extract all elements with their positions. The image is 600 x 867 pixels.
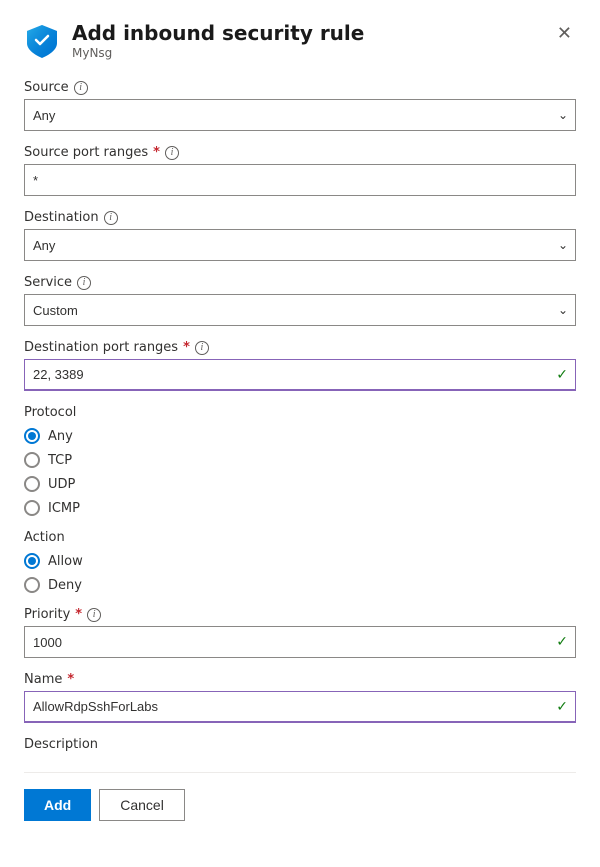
priority-label: Priority * i [24, 607, 576, 622]
add-button[interactable]: Add [24, 789, 91, 821]
source-label: Source i [24, 80, 576, 95]
dest-port-input-wrapper: ✓ [24, 359, 576, 391]
action-allow-label: Allow [48, 554, 83, 569]
action-section: Action Allow Deny [24, 530, 576, 593]
source-section: Source i Any IP Addresses Service Tag My… [24, 80, 576, 131]
service-select-wrapper: Custom SSH RDP HTTP HTTPS ⌄ [24, 294, 576, 326]
priority-input[interactable] [24, 626, 576, 658]
destination-select-wrapper: Any IP Addresses Service Tag Virtual net… [24, 229, 576, 261]
protocol-udp-label: UDP [48, 477, 75, 492]
header-text: Add inbound security rule MyNsg [72, 20, 364, 60]
panel-title: Add inbound security rule [72, 20, 364, 46]
name-label: Name * [24, 672, 576, 687]
priority-input-wrapper: ✓ [24, 626, 576, 658]
protocol-icmp-label: ICMP [48, 501, 80, 516]
source-port-info-icon[interactable]: i [165, 146, 179, 160]
source-port-input[interactable] [24, 164, 576, 196]
protocol-radio-group: Any TCP UDP ICMP [24, 428, 576, 516]
description-label: Description [24, 737, 576, 752]
action-allow-item[interactable]: Allow [24, 553, 576, 569]
source-port-input-wrapper [24, 164, 576, 196]
dest-port-section: Destination port ranges * i ✓ [24, 340, 576, 391]
protocol-udp-radio[interactable] [24, 476, 40, 492]
service-select[interactable]: Custom SSH RDP HTTP HTTPS [24, 294, 576, 326]
dest-port-required: * [183, 340, 190, 355]
destination-label: Destination i [24, 210, 576, 225]
dest-port-label: Destination port ranges * i [24, 340, 576, 355]
protocol-tcp-radio[interactable] [24, 452, 40, 468]
action-allow-radio[interactable] [24, 553, 40, 569]
shield-icon [24, 22, 60, 58]
protocol-label: Protocol [24, 405, 576, 420]
protocol-section: Protocol Any TCP UDP ICMP [24, 405, 576, 516]
service-label: Service i [24, 275, 576, 290]
header-left: Add inbound security rule MyNsg [24, 20, 364, 60]
protocol-any-label: Any [48, 429, 73, 444]
protocol-any-radio[interactable] [24, 428, 40, 444]
priority-required: * [75, 607, 82, 622]
protocol-tcp-label: TCP [48, 453, 72, 468]
footer: Add Cancel [24, 772, 576, 821]
service-section: Service i Custom SSH RDP HTTP HTTPS ⌄ [24, 275, 576, 326]
source-port-required: * [153, 145, 160, 160]
protocol-tcp-item[interactable]: TCP [24, 452, 576, 468]
action-radio-group: Allow Deny [24, 553, 576, 593]
action-deny-label: Deny [48, 578, 82, 593]
destination-info-icon[interactable]: i [104, 211, 118, 225]
dest-port-info-icon[interactable]: i [195, 341, 209, 355]
close-button[interactable]: ✕ [553, 20, 576, 46]
dest-port-input[interactable] [24, 359, 576, 391]
source-port-section: Source port ranges * i [24, 145, 576, 196]
panel: Add inbound security rule MyNsg ✕ Source… [0, 0, 600, 867]
name-section: Name * ✓ [24, 672, 576, 723]
name-required: * [67, 672, 74, 687]
source-select-wrapper: Any IP Addresses Service Tag My IP addre… [24, 99, 576, 131]
destination-section: Destination i Any IP Addresses Service T… [24, 210, 576, 261]
action-deny-item[interactable]: Deny [24, 577, 576, 593]
protocol-icmp-radio[interactable] [24, 500, 40, 516]
priority-info-icon[interactable]: i [87, 608, 101, 622]
destination-select[interactable]: Any IP Addresses Service Tag Virtual net… [24, 229, 576, 261]
priority-section: Priority * i ✓ [24, 607, 576, 658]
cancel-button[interactable]: Cancel [99, 789, 185, 821]
protocol-udp-item[interactable]: UDP [24, 476, 576, 492]
name-input-wrapper: ✓ [24, 691, 576, 723]
panel-subtitle: MyNsg [72, 46, 364, 60]
name-input[interactable] [24, 691, 576, 723]
source-select[interactable]: Any IP Addresses Service Tag My IP addre… [24, 99, 576, 131]
action-deny-radio[interactable] [24, 577, 40, 593]
protocol-icmp-item[interactable]: ICMP [24, 500, 576, 516]
panel-header: Add inbound security rule MyNsg ✕ [24, 20, 576, 60]
description-section: Description [24, 737, 576, 752]
protocol-any-item[interactable]: Any [24, 428, 576, 444]
service-info-icon[interactable]: i [77, 276, 91, 290]
source-port-label: Source port ranges * i [24, 145, 576, 160]
source-info-icon[interactable]: i [74, 81, 88, 95]
action-label: Action [24, 530, 576, 545]
